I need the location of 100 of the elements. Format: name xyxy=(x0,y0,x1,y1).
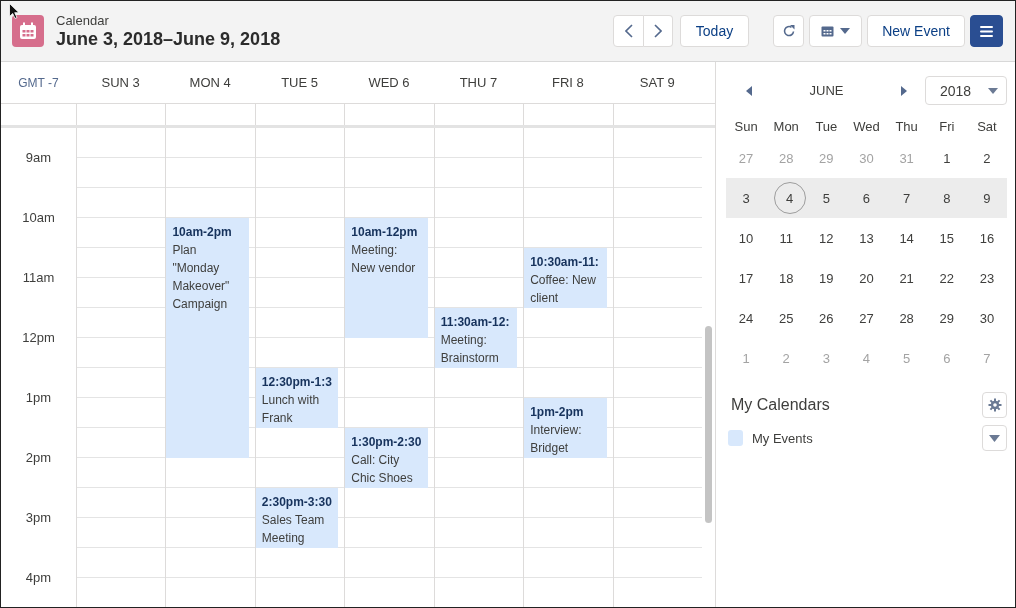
day-column-header: MON 4 xyxy=(188,75,232,90)
calendar-date[interactable]: 8 xyxy=(930,182,963,214)
calendar-date[interactable]: 11 xyxy=(770,222,803,254)
calendar-date[interactable]: 21 xyxy=(890,262,923,294)
calendar-date[interactable]: 12 xyxy=(810,222,843,254)
calendar-event[interactable]: 1pm-2pm Interview: Bridget xyxy=(524,398,607,458)
chevron-left-icon xyxy=(624,24,633,38)
event-time: 1pm-2pm xyxy=(530,404,585,421)
calendar-date[interactable]: 28 xyxy=(890,302,923,334)
calendar-date[interactable]: 9 xyxy=(970,182,1003,214)
calendar-date[interactable]: 14 xyxy=(890,222,923,254)
calendar-event[interactable]: 2:30pm-3:30 Sales Team Meeting xyxy=(255,488,339,548)
event-title: Sales Team Meeting xyxy=(261,512,326,547)
event-title: Lunch with Frank xyxy=(261,392,321,427)
event-time: 10am-2pm xyxy=(172,224,233,241)
calendar-event[interactable]: 10am-2pm Plan "Monday Makeover" Campaign xyxy=(166,218,249,458)
calendar-date[interactable]: 13 xyxy=(850,222,883,254)
event-time: 2:30pm-3:30 xyxy=(261,494,333,511)
app-label: Calendar xyxy=(56,12,110,28)
calendar-date[interactable]: 16 xyxy=(970,222,1003,254)
calendar-date[interactable]: 26 xyxy=(810,302,843,334)
year-dropdown[interactable]: 2018 xyxy=(925,76,1007,105)
page-title: June 3, 2018–June 9, 2018 xyxy=(56,28,282,50)
weekday-label: Tue xyxy=(814,118,839,134)
day-column-header: TUE 5 xyxy=(280,75,319,90)
month-label: JUNE xyxy=(808,83,845,98)
settings-button[interactable] xyxy=(982,392,1007,418)
section-title: My Calendars xyxy=(731,396,830,414)
weekday-label: Thu xyxy=(894,118,919,134)
calendar-date[interactable]: 17 xyxy=(730,262,763,294)
calendar-date[interactable]: 18 xyxy=(770,262,803,294)
calendar-date[interactable]: 2 xyxy=(970,142,1003,174)
menu-icon xyxy=(980,25,993,37)
calendar-date[interactable]: 22 xyxy=(930,262,963,294)
scrollbar-thumb[interactable] xyxy=(705,326,712,523)
time-label: 2pm xyxy=(25,450,52,466)
weekday-label: Wed xyxy=(852,118,881,134)
time-label: 3pm xyxy=(25,510,52,526)
timezone-label: GMT -7 xyxy=(17,75,60,90)
event-title: Coffee: New client xyxy=(530,272,597,307)
day-column-header: WED 6 xyxy=(367,75,411,90)
refresh-icon xyxy=(781,24,796,38)
time-label: 1pm xyxy=(25,390,52,406)
calendar-view-dropdown[interactable] xyxy=(809,15,862,47)
calendar-event[interactable]: 10am-12pm Meeting: New vendor xyxy=(345,218,428,338)
menu-button[interactable] xyxy=(970,15,1003,47)
today-button[interactable]: Today xyxy=(680,15,749,47)
calendar-icon xyxy=(821,25,834,37)
calendar-date[interactable]: 29 xyxy=(930,302,963,334)
calendar-date[interactable]: 5 xyxy=(810,182,843,214)
previous-button[interactable] xyxy=(613,15,644,47)
day-column-header: FRI 8 xyxy=(550,75,585,90)
calendar-event[interactable]: 10:30am-11: Coffee: New client xyxy=(524,248,607,308)
calendar-name: My Events xyxy=(752,430,814,446)
event-title: Call: City Chic Shoes xyxy=(351,452,414,487)
settings-icon xyxy=(987,398,1002,412)
calendar-date[interactable]: 10 xyxy=(730,222,763,254)
time-label: 11am xyxy=(22,270,55,286)
calendar-date[interactable]: 15 xyxy=(930,222,963,254)
event-title: Meeting: New vendor xyxy=(351,242,417,277)
event-time: 10am-12pm xyxy=(351,224,419,241)
event-title: Meeting: Brainstorm xyxy=(440,332,500,367)
calendar-date[interactable]: 7 xyxy=(890,182,923,214)
caret-down-icon xyxy=(988,87,998,94)
calendar-date[interactable]: 6 xyxy=(850,182,883,214)
calendar-event[interactable]: 11:30am-12: Meeting: Brainstorm xyxy=(434,308,518,368)
refresh-button[interactable] xyxy=(773,15,804,47)
calendar-event[interactable]: 1:30pm-2:30 Call: City Chic Shoes xyxy=(345,428,428,488)
calendar-date[interactable]: 27 xyxy=(850,302,883,334)
caret-down-icon xyxy=(989,434,1000,442)
event-time: 1:30pm-2:30 xyxy=(351,434,422,451)
event-time: 12:30pm-1:3 xyxy=(261,374,333,391)
time-label: 4pm xyxy=(25,570,52,586)
calendar-date[interactable]: 30 xyxy=(970,302,1003,334)
chevron-right-icon xyxy=(654,24,662,38)
triangle-left-icon[interactable] xyxy=(744,85,754,96)
new-event-button[interactable]: New Event xyxy=(867,15,965,47)
time-label: 9am xyxy=(25,150,52,166)
triangle-right-icon[interactable] xyxy=(899,85,909,96)
calendar-date[interactable]: 19 xyxy=(810,262,843,294)
calendar-event[interactable]: 12:30pm-1:3 Lunch with Frank xyxy=(255,368,339,428)
options-dropdown-button[interactable] xyxy=(982,425,1007,451)
event-title: Interview: Bridget xyxy=(530,422,583,457)
event-time: 10:30am-11: xyxy=(530,254,600,271)
weekday-label: Sat xyxy=(976,118,998,134)
caret-down-icon xyxy=(840,28,850,34)
day-column-header: SUN 3 xyxy=(100,75,141,90)
weekday-label: Mon xyxy=(772,118,800,134)
calendar-date[interactable]: 25 xyxy=(770,302,803,334)
calendar-date[interactable]: 1 xyxy=(930,142,963,174)
event-time: 11:30am-12: xyxy=(440,314,511,331)
calendar-date[interactable]: 24 xyxy=(730,302,763,334)
day-column-header: SAT 9 xyxy=(638,75,676,90)
calendar-date[interactable]: 23 xyxy=(970,262,1003,294)
calendar-date[interactable]: 3 xyxy=(730,182,763,214)
time-label: 10am xyxy=(22,210,55,226)
event-title: Plan "Monday Makeover" Campaign xyxy=(172,242,231,313)
weekday-label: Sun xyxy=(733,118,759,134)
next-button[interactable] xyxy=(644,15,673,47)
calendar-date[interactable]: 20 xyxy=(850,262,883,294)
